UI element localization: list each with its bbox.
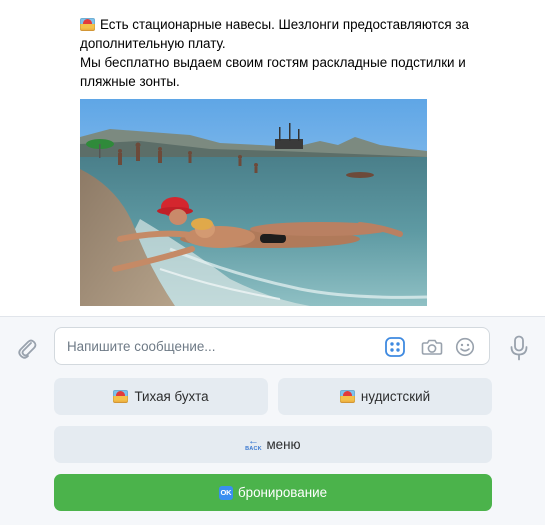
paperclip-icon[interactable] [15, 334, 39, 362]
beach-umbrella-icon [339, 390, 355, 403]
keyboard-button-label: бронирование [237, 485, 328, 500]
bot-keyboard-icon[interactable] [384, 336, 406, 358]
keyboard-button-nudistskiy[interactable]: нудистский [278, 378, 492, 415]
camera-icon[interactable] [421, 336, 443, 358]
ok-icon: OK [218, 485, 233, 500]
back-arrow-icon: ← BACK [245, 435, 262, 453]
beach-umbrella-icon [80, 18, 95, 31]
message: Есть стационарные навесы. Шезлонги предо… [80, 15, 520, 91]
message-text: Есть стационарные навесы. Шезлонги предо… [80, 15, 520, 91]
beach-umbrella-icon [113, 390, 129, 403]
keyboard-button-label: Тихая бухта [134, 389, 209, 404]
message-line-3: Мы бесплатно выдаем своим гостям расклад… [80, 55, 466, 70]
keyboard-button-label: меню [266, 437, 301, 452]
back-arrow-icon-text: BACK [245, 446, 262, 452]
message-input-box[interactable] [54, 327, 490, 365]
keyboard-button-label: нудистский [360, 389, 431, 404]
message-line-1: Есть стационарные навесы. Шезлонги предо… [80, 15, 520, 34]
message-line-4: пляжные зонты. [80, 74, 180, 89]
keyboard-button-menu[interactable]: ← BACK меню [54, 426, 492, 463]
message-line-2: дополнительную плату. [80, 36, 226, 51]
beach-photo[interactable] [80, 99, 427, 306]
keyboard-button-booking[interactable]: OK бронирование [54, 474, 492, 511]
message-line-1-text: Есть стационарные навесы. Шезлонги предо… [100, 17, 469, 32]
smile-icon[interactable] [454, 336, 476, 358]
microphone-icon[interactable] [507, 334, 531, 362]
keyboard-button-tikhaya-bukhta[interactable]: Тихая бухта [54, 378, 268, 415]
message-input[interactable] [67, 328, 367, 364]
